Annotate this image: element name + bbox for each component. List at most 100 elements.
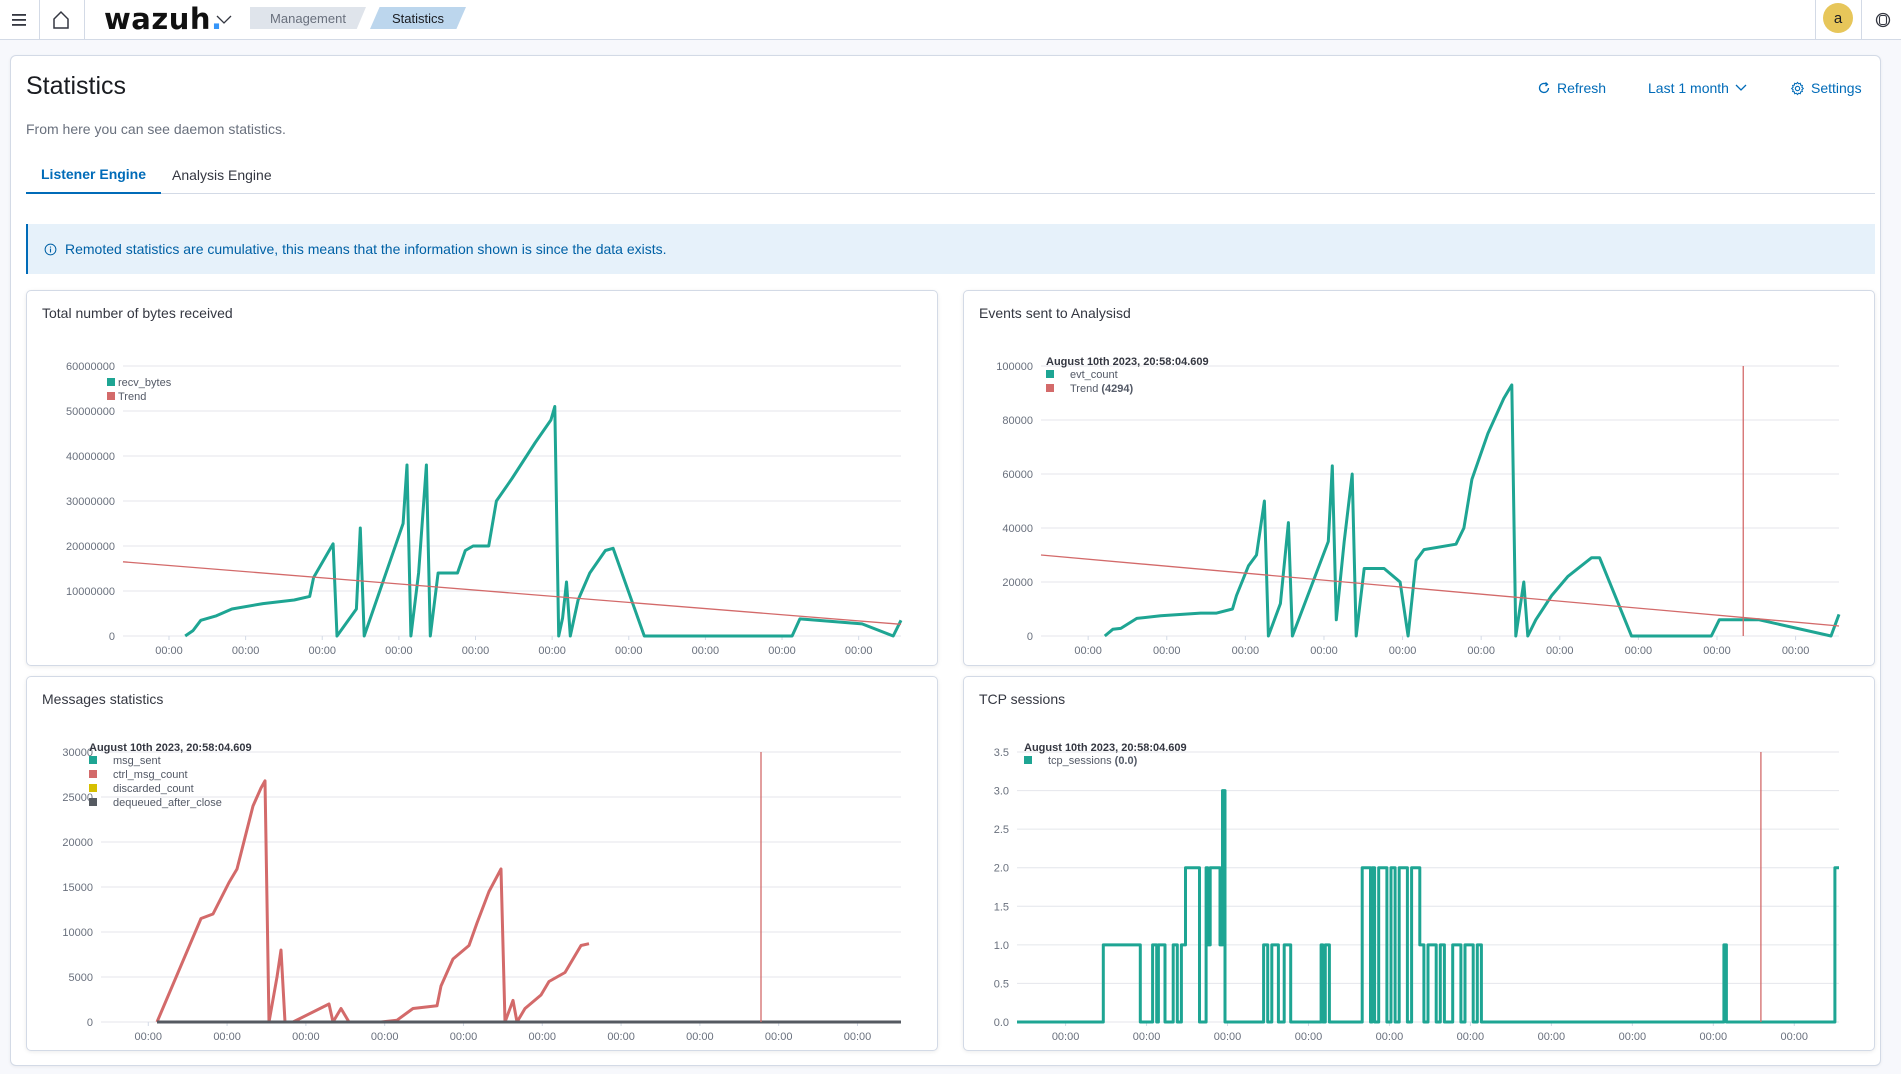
help-globe-icon <box>1875 12 1891 28</box>
top-navigation-bar: wazuh. Management Statistics a <box>0 0 1901 40</box>
time-range-dropdown[interactable]: Last 1 month <box>1648 80 1747 96</box>
chart-panel-tcp-sessions: TCP sessions 0.0 0.5 1.0 1.5 2.0 2.5 3.0 3.5 00:… <box>963 676 1875 1051</box>
x-tick-label: 00:00 <box>1376 1031 1404 1043</box>
legend-timestamp: August 10th 2023, 20:58:04.609 <box>1024 742 1187 754</box>
x-tick-label: 00:00 <box>607 1031 635 1043</box>
messages-statistics-chart: 05000100001500020000250003000000:00 00:00… <box>62 742 901 1043</box>
tab-analysis-engine[interactable]: Analysis Engine <box>157 155 287 194</box>
y-tick-label: 80000 <box>1002 415 1033 427</box>
y-tick-label: 60000 <box>1002 469 1033 481</box>
legend-swatch <box>89 784 97 792</box>
y-tick-label: 0.5 <box>994 978 1009 990</box>
chart-panel-events-sent: Events sent to Analysisd 0 20000 40000 6000… <box>963 290 1875 666</box>
info-icon <box>44 243 57 255</box>
callout-text: Remoted statistics are cumulative, this … <box>65 241 667 257</box>
settings-label: Settings <box>1811 80 1862 96</box>
y-tick-label: 40000000 <box>66 451 115 463</box>
breadcrumb-label: Management <box>270 10 346 26</box>
x-tick-label: 00:00 <box>155 645 183 657</box>
wazuh-logo[interactable]: wazuh. <box>104 2 223 36</box>
y-tick-label: 2.5 <box>994 824 1009 836</box>
x-tick-label: 00:00 <box>1232 645 1260 657</box>
y-tick-label: 20000000 <box>66 541 115 553</box>
refresh-button[interactable]: Refresh <box>1537 80 1606 96</box>
x-tick-label: 00:00 <box>462 645 490 657</box>
hamburger-menu-icon <box>12 14 26 26</box>
y-tick-label: 5000 <box>69 972 93 984</box>
y-tick-label: 40000 <box>1002 523 1033 535</box>
y-tick-label: 1.0 <box>994 940 1009 952</box>
legend-swatch <box>89 798 97 806</box>
legend-entry-Trend: Trend (4294) <box>1070 383 1134 395</box>
x-tick-label: 00:00 <box>538 645 566 657</box>
tcp-sessions-chart: 0.0 0.5 1.0 1.5 2.0 2.5 3.0 3.5 00:00 00:00 00:00 0… <box>994 742 1839 1043</box>
chevron-down-icon <box>1735 84 1747 91</box>
x-tick-label: 00:00 <box>292 1031 320 1043</box>
page-description: From here you can see daemon statistics. <box>26 121 286 137</box>
legend-swatch <box>1046 370 1054 378</box>
home-button[interactable] <box>46 0 76 40</box>
page-title: Statistics <box>26 72 127 100</box>
x-tick-label: 00:00 <box>1310 645 1338 657</box>
x-tick-label: 00:00 <box>1625 645 1653 657</box>
legend-entry-evt-count: evt_count <box>1070 369 1118 381</box>
breadcrumb-label: Statistics <box>391 10 444 26</box>
x-tick-label: 00:00 <box>1052 1031 1080 1043</box>
x-tick-label: 00:00 <box>135 1031 163 1043</box>
x-tick-label: 00:00 <box>385 645 413 657</box>
legend-swatch <box>1024 756 1032 764</box>
x-tick-label: 00:00 <box>1538 1031 1566 1043</box>
help-button[interactable] <box>1870 0 1896 40</box>
tab-listener-engine[interactable]: Listener Engine <box>26 155 162 194</box>
legend-entry-dequeued-after-close: dequeued_after_close <box>113 797 222 809</box>
x-tick-label: 00:00 <box>845 645 873 657</box>
x-tick-label: 00:00 <box>1295 1031 1323 1043</box>
legend-entry-recv-bytes: recv_bytes <box>118 377 172 389</box>
legend-swatch <box>89 756 97 764</box>
refresh-label: Refresh <box>1557 80 1607 96</box>
x-tick-label: 00:00 <box>1467 645 1495 657</box>
gear-icon <box>1790 81 1805 95</box>
breadcrumb-management[interactable]: Management <box>250 7 366 29</box>
legend-swatch <box>1046 384 1054 392</box>
legend-swatch <box>89 770 97 778</box>
y-tick-label: 20000 <box>62 837 93 849</box>
menu-button[interactable] <box>4 0 34 40</box>
divider <box>1861 0 1862 40</box>
x-tick-label: 00:00 <box>1389 645 1417 657</box>
x-tick-label: 00:00 <box>692 645 720 657</box>
y-tick-label: 30000000 <box>66 496 115 508</box>
y-tick-label: 0 <box>87 1017 93 1029</box>
y-tick-label: 10000 <box>62 927 93 939</box>
divider <box>84 0 85 40</box>
settings-button[interactable]: Settings <box>1790 80 1862 96</box>
x-tick-label: 00:00 <box>768 645 796 657</box>
legend-entry-ctrl-msg-count: ctrl_msg_count <box>113 769 188 781</box>
legend-entry-msg-sent: msg_sent <box>113 755 161 767</box>
app-switcher-button[interactable] <box>212 0 236 40</box>
breadcrumb-statistics: Statistics <box>370 7 466 29</box>
chart-panel-bytes-received: Total number of bytes received 0 10000000… <box>26 290 938 666</box>
x-tick-label: 00:00 <box>1782 645 1810 657</box>
series-line-evt-count <box>1103 383 1841 638</box>
home-icon <box>53 10 69 29</box>
legend-swatch <box>107 392 115 400</box>
y-tick-label: 15000 <box>62 882 93 894</box>
x-tick-label: 00:00 <box>371 1031 399 1043</box>
x-tick-label: 00:00 <box>1546 645 1574 657</box>
x-tick-label: 00:00 <box>686 1031 714 1043</box>
y-tick-label: 1.5 <box>994 901 1009 913</box>
chevron-down-icon <box>216 15 232 24</box>
y-tick-label: 100000 <box>996 361 1033 373</box>
avatar-letter: a <box>1833 9 1843 27</box>
divider <box>1815 0 1816 40</box>
series-line-ctrl-msg-count <box>155 779 590 1024</box>
y-tick-label: 60000000 <box>66 361 115 373</box>
logo-text: wazuh <box>104 2 212 36</box>
user-avatar[interactable]: a <box>1823 3 1853 33</box>
x-tick-label: 00:00 <box>765 1031 793 1043</box>
y-tick-label: 3.5 <box>994 747 1009 759</box>
tab-label: Listener Engine <box>41 165 147 182</box>
x-tick-label: 00:00 <box>450 1031 478 1043</box>
y-tick-label: 0 <box>1027 631 1033 643</box>
